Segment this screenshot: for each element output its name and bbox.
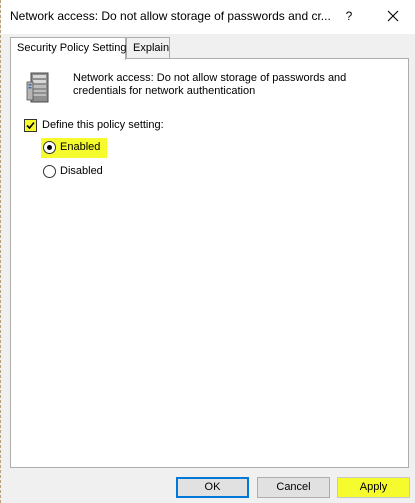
radio-disabled-label: Disabled — [60, 165, 103, 177]
radio-enabled-label: Enabled — [60, 141, 101, 153]
radio-enabled[interactable] — [43, 141, 56, 154]
tab-security-policy-setting[interactable]: Security Policy Setting — [10, 37, 126, 60]
cancel-button[interactable]: Cancel — [257, 477, 330, 498]
policy-description: Network access: Do not allow storage of … — [73, 72, 347, 97]
define-setting-label: Define this policy setting: — [42, 119, 164, 131]
checkmark-icon — [26, 121, 35, 130]
tab-explain[interactable]: Explain — [126, 37, 170, 59]
server-icon — [26, 72, 49, 103]
ok-button[interactable]: OK — [176, 477, 249, 498]
tab-panel: Network access: Do not allow storage of … — [10, 58, 409, 468]
define-setting-checkbox[interactable] — [24, 119, 37, 132]
title-bar: Network access: Do not allow storage of … — [1, 0, 415, 34]
close-icon — [387, 10, 399, 22]
radio-enabled-row[interactable]: Enabled — [41, 138, 107, 158]
radio-selected-dot — [47, 145, 52, 150]
radio-disabled-row[interactable]: Disabled — [43, 164, 123, 180]
policy-dialog: Network access: Do not allow storage of … — [0, 0, 415, 503]
radio-disabled[interactable] — [43, 165, 56, 178]
help-button[interactable]: ? — [337, 6, 361, 26]
window-title: Network access: Do not allow storage of … — [10, 9, 330, 23]
apply-button[interactable]: Apply — [337, 477, 410, 498]
close-button[interactable] — [375, 4, 411, 28]
